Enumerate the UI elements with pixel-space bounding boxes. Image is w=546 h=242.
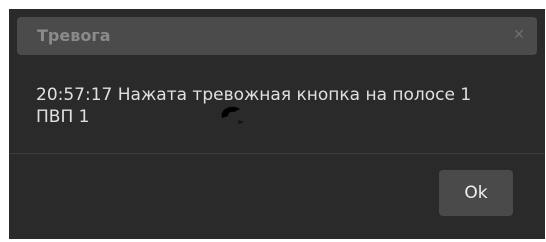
alarm-message: 20:57:17 Нажата тревожная кнопка на поло… [36,85,472,127]
alarm-dialog: Тревога ✕ 20:57:17 Нажата тревожная кноп… [9,9,545,239]
dialog-title: Тревога [37,26,111,45]
footer-divider [9,153,545,154]
ok-button[interactable]: Ok [439,170,513,216]
busy-cursor-icon [221,106,244,124]
close-icon[interactable]: ✕ [511,27,527,43]
dialog-titlebar: Тревога ✕ [17,17,537,55]
